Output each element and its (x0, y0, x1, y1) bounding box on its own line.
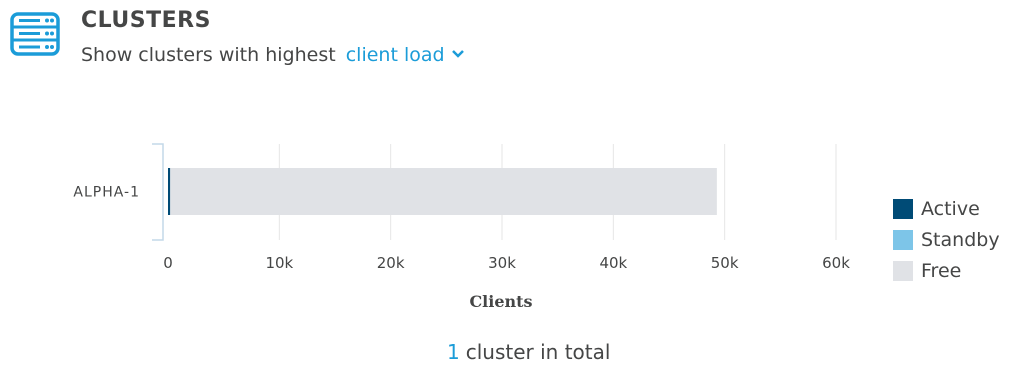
server-rack-icon (10, 12, 60, 56)
y-axis-bracket (152, 143, 164, 241)
x-tick-label: 50k (711, 254, 739, 272)
metric-selector[interactable]: client load (346, 44, 465, 66)
legend-item-standby: Standby (893, 224, 1000, 255)
cluster-count: 1 (447, 340, 460, 364)
subtitle: Show clusters with highest client load (81, 44, 465, 66)
cluster-total-label: cluster in total (465, 340, 611, 364)
legend-item-free: Free (893, 255, 1000, 286)
x-axis-title: Clients (469, 292, 532, 311)
x-tick-label: 10k (265, 254, 293, 272)
metric-selector-label: client load (345, 44, 445, 66)
legend-label: Active (921, 197, 980, 220)
chart-legend: Active Standby Free (893, 193, 1000, 286)
cluster-load-chart: ALPHA-1 0 10k 20k 30k 40k 50k 60k Clients (73, 143, 850, 311)
subtitle-prefix: Show clusters with highest (81, 44, 336, 66)
bar-segment-active (168, 168, 171, 215)
legend-swatch (893, 260, 913, 281)
legend-label: Standby (921, 228, 1000, 251)
x-tick-label: 20k (377, 254, 405, 272)
x-tick-label: 40k (599, 254, 627, 272)
legend-label: Free (921, 259, 962, 282)
cluster-total: 1 cluster in total (447, 340, 610, 364)
legend-swatch (893, 198, 913, 219)
x-tick-label: 60k (822, 254, 850, 272)
category-label: ALPHA-1 (73, 185, 140, 201)
bar-segment-free (170, 168, 717, 215)
page-title: CLUSTERS (81, 8, 211, 33)
legend-item-active: Active (893, 193, 1000, 224)
x-tick-label: 0 (163, 254, 173, 272)
x-tick-label: 30k (488, 254, 516, 272)
chevron-down-icon (451, 49, 464, 58)
legend-swatch (893, 229, 913, 250)
